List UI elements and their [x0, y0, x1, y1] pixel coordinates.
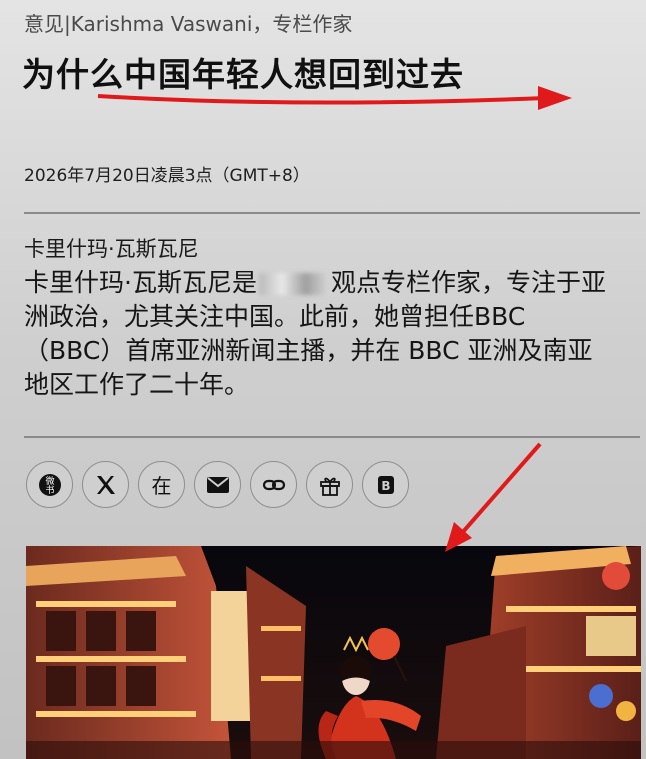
divider — [24, 436, 640, 438]
linkedin-share-button[interactable]: 在 — [138, 461, 185, 508]
weibo-icon: 微 书 — [38, 473, 61, 496]
weibo-share-button[interactable]: 微 书 — [26, 461, 73, 508]
bookmark-icon: B — [377, 475, 394, 494]
gift-share-button[interactable] — [306, 461, 353, 508]
email-icon — [206, 476, 229, 493]
annotation-arrow-right — [97, 86, 572, 110]
author-name[interactable]: 卡里什玛·瓦斯瓦尼 — [24, 233, 199, 263]
redacted-text — [258, 273, 329, 295]
linkedin-icon: 在 — [151, 474, 172, 498]
x-share-button[interactable] — [82, 461, 129, 508]
link-icon — [262, 479, 285, 490]
night-street-photo — [26, 546, 641, 759]
hero-image[interactable] — [26, 546, 641, 759]
svg-text:B: B — [381, 479, 390, 493]
article-date: 2026年7月20日凌晨3点（GMT+8） — [24, 166, 310, 186]
share-toolbar: 微 书 在 B — [26, 461, 409, 508]
bookmark-share-button[interactable]: B — [362, 461, 409, 508]
author-bio: 卡里什玛·瓦斯瓦尼是 观点专栏作家，专注于亚洲政治，尤其关注中国。此前，她曾担任B… — [24, 266, 614, 402]
link-share-button[interactable] — [250, 461, 297, 508]
author-bio-part1: 卡里什玛·瓦斯瓦尼是 — [24, 268, 257, 297]
svg-text:书: 书 — [45, 485, 54, 496]
email-share-button[interactable] — [194, 461, 241, 508]
x-logo-icon — [96, 475, 115, 494]
divider — [24, 212, 640, 214]
gift-icon — [319, 477, 340, 496]
